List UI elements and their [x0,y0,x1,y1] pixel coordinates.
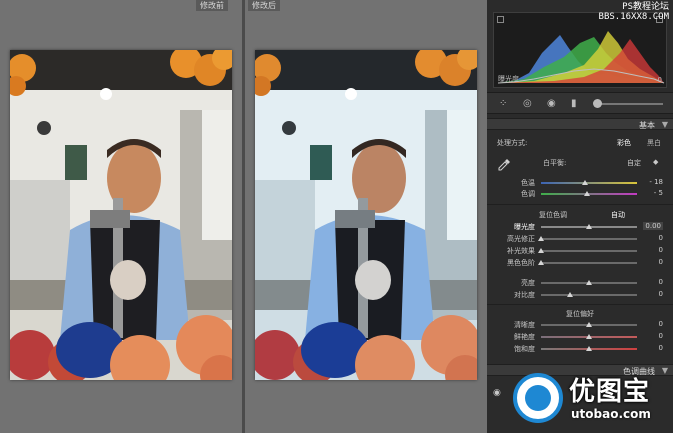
recovery-value[interactable]: 0 [659,234,663,242]
develop-panel: 曝光度 0 PS教程论坛 BBS.16XX8.COM ⁘ ◎ ◉ ▮ 基本 ▼ … [487,0,673,433]
fill-light-value[interactable]: 0 [659,246,663,254]
brightness-value[interactable]: 0 [659,278,663,286]
after-label: 修改后 [248,0,280,11]
clarity-value[interactable]: 0 [659,320,663,328]
compare-view: 修改前 修改后 [0,0,487,433]
clarity-slider[interactable] [586,322,592,327]
saturation-slider[interactable] [586,346,592,351]
exposure-value[interactable]: 0.00 [643,222,663,230]
watermark-top-line1: PS教程论坛 [622,2,669,12]
tint-value[interactable]: - 5 [654,189,663,197]
vibrance-slider[interactable] [586,334,592,339]
spot-removal-icon[interactable]: ◎ [523,98,532,110]
vibrance-value[interactable]: 0 [659,332,663,340]
temp-slider[interactable] [582,180,589,185]
fill-light-label: 补光效果 [507,247,535,255]
shadow-clip-indicator[interactable] [497,16,504,23]
collapse-triangle-icon[interactable]: ▼ [662,120,668,129]
recovery-track[interactable] [541,238,637,240]
exposure-slider[interactable] [586,224,592,229]
basic-section-title: 基本 [639,121,655,130]
graduated-filter-icon[interactable]: ▮ [571,98,577,110]
fill-light-track[interactable] [541,250,637,252]
eyedropper-icon[interactable] [497,158,511,172]
before-photo-image [10,50,232,380]
recovery-slider[interactable] [538,236,544,241]
treatment-bw-option[interactable]: 黑白 [647,138,661,148]
saturation-value[interactable]: 0 [659,344,663,352]
temp-value[interactable]: - 18 [649,178,663,186]
watermark-bottom: 优图宝 utobao.com [513,371,665,427]
histogram-value: 0 [657,76,662,84]
wb-dropdown[interactable]: 自定 [627,158,641,168]
before-label: 修改前 [196,0,228,11]
contrast-track[interactable] [541,294,637,296]
exposure-label: 曝光度 [514,223,535,231]
wb-dropdown-caret-icon[interactable]: ◆ [653,158,658,166]
basic-section-header[interactable]: 基本 ▼ [487,118,673,130]
presence-reset-label[interactable]: 复位偏好 [487,309,673,319]
brightness-slider[interactable] [586,280,592,285]
recovery-label: 高光修正 [507,235,535,243]
watermark-brand-en: utobao.com [571,407,651,421]
bird-logo-icon [513,373,563,423]
watermark-top-line2: BBS.16XX8.COM [598,12,669,22]
blacks-label: 黑色色阶 [507,259,535,267]
contrast-slider[interactable] [566,292,573,297]
contrast-label: 对比度 [514,291,535,299]
blacks-track[interactable] [541,262,637,264]
after-photo[interactable] [255,50,477,380]
temp-label: 色温 [521,179,535,187]
histogram-graph [497,31,665,84]
crop-overlay-icon[interactable]: ⁘ [499,98,507,110]
blacks-slider[interactable] [538,260,544,265]
tool-strip: ⁘ ◎ ◉ ▮ [487,92,673,114]
treatment-color-option[interactable]: 彩色 [617,138,631,148]
red-eye-icon[interactable]: ◉ [547,98,556,110]
fill-light-slider[interactable] [538,248,544,253]
tool-size-slider[interactable] [593,99,602,108]
tint-slider[interactable] [584,191,591,196]
target-adjust-icon[interactable]: ◉ [493,388,501,398]
tint-label: 色调 [521,190,535,198]
blacks-value[interactable]: 0 [659,258,663,266]
auto-tone-button[interactable]: 自动 [611,210,625,220]
tone-reset-label[interactable]: 复位色调 [539,210,567,220]
vibrance-label: 鲜艳度 [514,333,535,341]
compare-divider[interactable] [242,0,245,433]
wb-label: 白平衡: [543,159,567,167]
clarity-label: 清晰度 [514,321,535,329]
after-photo-image [255,50,477,380]
watermark-top: PS教程论坛 BBS.16XX8.COM [599,2,669,22]
before-photo[interactable] [10,50,232,380]
brightness-label: 亮度 [521,279,535,287]
tool-size-track [597,103,663,105]
treatment-label: 处理方式: [497,139,528,147]
histogram[interactable]: 曝光度 0 [493,12,667,88]
temp-track[interactable] [541,182,637,184]
histogram-label: 曝光度 [498,75,519,83]
contrast-value[interactable]: 0 [659,290,663,298]
saturation-label: 饱和度 [514,345,535,353]
watermark-brand-cn: 优图宝 [569,377,651,407]
